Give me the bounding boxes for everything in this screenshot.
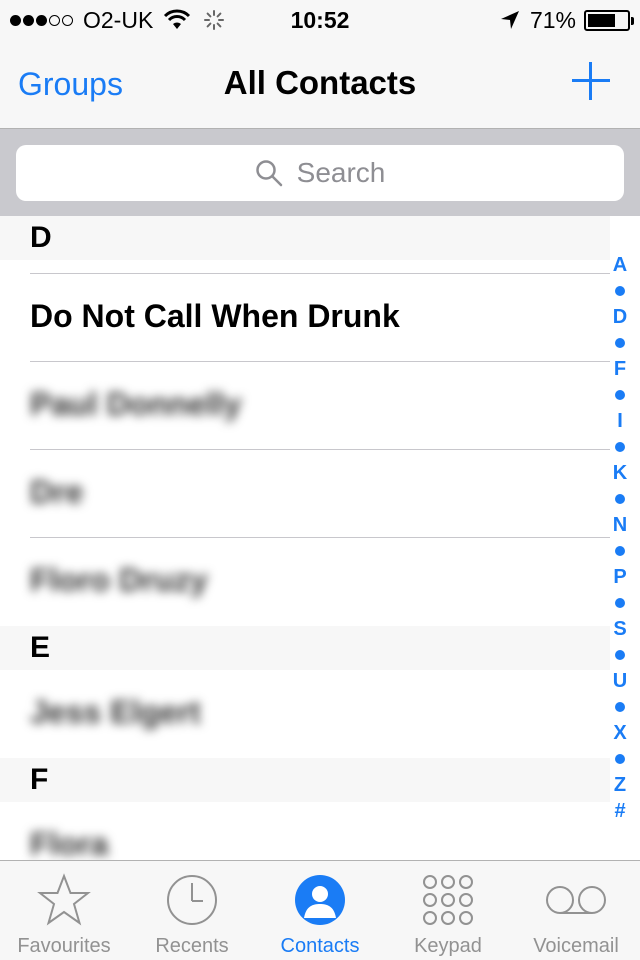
- navigation-bar: Groups All Contacts: [0, 40, 640, 128]
- index-letter[interactable]: D: [613, 304, 627, 330]
- index-dot: [615, 754, 625, 764]
- contacts-list[interactable]: D Do Not Call When Drunk Paul Donnelly D…: [0, 216, 610, 860]
- index-dot: [615, 286, 625, 296]
- index-dot: [615, 546, 625, 556]
- search-placeholder: Search: [296, 157, 386, 188]
- contact-row[interactable]: Flora: [0, 802, 610, 860]
- tab-recents[interactable]: Recents: [128, 861, 256, 960]
- tab-keypad[interactable]: Keypad: [384, 861, 512, 960]
- contact-row[interactable]: Paul Donnelly: [0, 362, 610, 450]
- tab-label: Recents: [155, 935, 229, 957]
- index-letter[interactable]: P: [613, 564, 626, 590]
- section-index[interactable]: A D F I K N P S U X Z #: [606, 252, 634, 824]
- battery-icon: [584, 9, 634, 31]
- star-icon: [37, 873, 91, 926]
- tab-bar: Favourites Recents Contacts Keypad Voice…: [0, 860, 640, 960]
- search-icon: [255, 160, 282, 187]
- add-contact-button[interactable]: [572, 62, 610, 100]
- page-title: All Contacts: [223, 64, 417, 101]
- index-dot: [615, 598, 625, 608]
- contact-name-blurred: Dre: [30, 474, 84, 510]
- index-letter[interactable]: F: [614, 356, 626, 382]
- tab-contacts[interactable]: Contacts: [256, 861, 384, 960]
- index-dot: [615, 650, 625, 660]
- index-letter[interactable]: N: [613, 512, 627, 538]
- status-bar: O2-UK 10:52 71%: [0, 0, 640, 40]
- contact-name-blurred: Floro Druzy: [30, 562, 208, 598]
- contact-row[interactable]: Dre: [0, 450, 610, 538]
- index-letter[interactable]: X: [613, 720, 626, 746]
- index-dot: [615, 442, 625, 452]
- section-header-e: E: [0, 626, 610, 670]
- list-separator: [0, 260, 610, 274]
- contact-name-blurred: Jess Elgert: [30, 694, 201, 730]
- battery-fill: [588, 13, 615, 27]
- clock-icon: [167, 875, 217, 925]
- section-header-f: F: [0, 758, 610, 802]
- index-letter[interactable]: U: [613, 668, 627, 694]
- contact-row[interactable]: Do Not Call When Drunk: [0, 274, 610, 362]
- search-bar: Search: [0, 128, 640, 216]
- index-dot: [615, 338, 625, 348]
- index-letter[interactable]: Z: [614, 772, 626, 798]
- keypad-icon: [423, 875, 473, 925]
- tab-label: Favourites: [17, 935, 111, 957]
- tab-label: Voicemail: [533, 935, 619, 957]
- index-letter[interactable]: I: [617, 408, 623, 434]
- voicemail-icon: [546, 886, 606, 914]
- person-icon: [295, 875, 345, 925]
- tab-label: Keypad: [414, 935, 482, 957]
- index-letter[interactable]: S: [613, 616, 626, 642]
- status-right: 71%: [500, 6, 634, 33]
- contact-name: Do Not Call When Drunk: [30, 298, 400, 334]
- index-dot: [615, 494, 625, 504]
- search-input[interactable]: Search: [16, 145, 624, 201]
- index-letter[interactable]: K: [613, 460, 627, 486]
- contact-row[interactable]: Jess Elgert: [0, 670, 610, 758]
- contact-row[interactable]: Floro Druzy: [0, 538, 610, 626]
- index-letter[interactable]: A: [613, 252, 627, 278]
- index-letter[interactable]: #: [614, 798, 625, 824]
- contact-name-blurred: Flora: [30, 826, 109, 860]
- tab-favourites[interactable]: Favourites: [0, 861, 128, 960]
- tab-label: Contacts: [280, 935, 360, 957]
- battery-percent: 71%: [529, 6, 576, 33]
- location-arrow-icon: [500, 11, 519, 29]
- tab-voicemail[interactable]: Voicemail: [512, 861, 640, 960]
- index-dot: [615, 702, 625, 712]
- contact-name-blurred: Paul Donnelly: [30, 386, 242, 422]
- index-dot: [615, 390, 625, 400]
- section-header-d: D: [0, 216, 610, 260]
